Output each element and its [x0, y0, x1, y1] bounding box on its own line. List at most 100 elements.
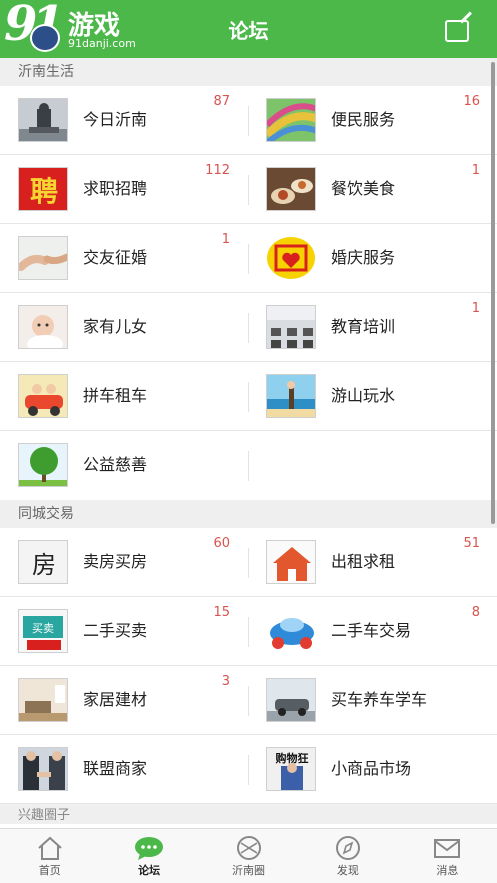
- forum-item[interactable]: 家居建材 3: [0, 666, 248, 734]
- forum-list[interactable]: 沂南生活 今日沂南 87 便民服务 16 聘 求职招聘 112 餐饮美食 1 交…: [0, 58, 497, 828]
- forum-item-label: 联盟商家: [83, 759, 148, 778]
- forum-item[interactable]: 房 卖房买房 60: [0, 528, 248, 596]
- forum-item-label: 家居建材: [83, 690, 148, 709]
- forum-item[interactable]: 家有儿女: [0, 293, 248, 361]
- shopping-poster-icon: 购物狂: [266, 747, 316, 791]
- secondhand-sign-icon: 买卖: [18, 609, 68, 653]
- grid-row: 联盟商家 购物狂 小商品市场: [0, 735, 497, 804]
- forum-item[interactable]: 游山玩水: [248, 362, 496, 430]
- svg-text:购物狂: 购物狂: [276, 751, 309, 765]
- food-photo-icon: [266, 167, 316, 211]
- compass-icon: [334, 835, 362, 865]
- grid-row: 公益慈善: [0, 431, 497, 500]
- forum-item-label: 交友征婚: [83, 248, 148, 267]
- post-count-badge: 8: [471, 605, 480, 620]
- tab-label: 发现: [336, 864, 359, 877]
- post-count-badge: 15: [213, 605, 230, 620]
- scrollbar[interactable]: [491, 62, 495, 524]
- forum-item-label: 家有儿女: [83, 317, 148, 336]
- tab-label: 沂南圈: [232, 864, 266, 877]
- forum-item-label: 求职招聘: [83, 179, 148, 198]
- post-count-badge: 87: [213, 94, 230, 109]
- grid-row: 家有儿女 教育培训 1: [0, 293, 497, 362]
- forum-item-label: 拼车租车: [83, 386, 148, 405]
- forum-item[interactable]: 购物狂 小商品市场: [248, 735, 496, 803]
- post-count-badge: 1: [221, 232, 230, 247]
- tab-forum[interactable]: 论坛: [99, 829, 198, 883]
- forum-item[interactable]: 买车养车学车: [248, 666, 496, 734]
- empty-cell: [248, 431, 496, 499]
- statue-photo-icon: [18, 98, 68, 142]
- svg-text:聘: 聘: [30, 175, 58, 208]
- forum-item-label: 二手车交易: [331, 621, 412, 640]
- section-grid-local-trade: 房 卖房买房 60 出租求租 51 买卖 二手买卖 15 二手车交易 8 家居建…: [0, 528, 497, 804]
- hands-photo-icon: [18, 236, 68, 280]
- post-count-badge: 1: [471, 301, 480, 316]
- tab-discover[interactable]: 发现: [298, 829, 397, 883]
- tab-messages[interactable]: 消息: [398, 829, 497, 883]
- tab-label: 首页: [38, 864, 61, 877]
- forum-item-label: 便民服务: [331, 110, 396, 129]
- tab-home[interactable]: 首页: [0, 829, 99, 883]
- forum-item-label: 卖房买房: [83, 552, 148, 571]
- grid-row: 交友征婚 1 婚庆服务: [0, 224, 497, 293]
- colorful-road-photo-icon: [266, 98, 316, 142]
- app-header: 91 游戏 91danji.com 论坛: [0, 0, 497, 58]
- post-count-badge: 60: [213, 536, 230, 551]
- svg-text:房: 房: [32, 551, 56, 579]
- carpool-cartoon-icon: [18, 374, 68, 418]
- living-room-photo-icon: [18, 678, 68, 722]
- forum-item[interactable]: 买卖 二手买卖 15: [0, 597, 248, 665]
- house-calligraphy-icon: 房: [18, 540, 68, 584]
- forum-item-label: 餐饮美食: [331, 179, 396, 198]
- mail-icon: [433, 835, 461, 865]
- cartoon-car-icon: [266, 609, 316, 653]
- grid-row: 买卖 二手买卖 15 二手车交易 8: [0, 597, 497, 666]
- baby-photo-icon: [18, 305, 68, 349]
- forum-item[interactable]: 公益慈善: [0, 431, 248, 499]
- beach-photo-icon: [266, 374, 316, 418]
- forum-item[interactable]: 交友征婚 1: [0, 224, 248, 292]
- grid-row: 家居建材 3 买车养车学车: [0, 666, 497, 735]
- tree-photo-icon: [18, 443, 68, 487]
- double-happiness-icon: [266, 236, 316, 280]
- post-count-badge: 1: [471, 163, 480, 178]
- forum-item-label: 游山玩水: [331, 386, 396, 405]
- forum-item[interactable]: 二手车交易 8: [248, 597, 496, 665]
- grid-row: 今日沂南 87 便民服务 16: [0, 86, 497, 155]
- section-header-local-trade: 同城交易: [0, 500, 497, 528]
- forum-item-label: 公益慈善: [83, 455, 148, 474]
- forum-item-label: 小商品市场: [331, 759, 412, 778]
- forum-item[interactable]: 餐饮美食 1: [248, 155, 496, 223]
- chat-bubble-icon: [134, 835, 164, 865]
- forum-item[interactable]: 聘 求职招聘 112: [0, 155, 248, 223]
- forum-item[interactable]: 出租求租 51: [248, 528, 496, 596]
- forum-item[interactable]: 教育培训 1: [248, 293, 496, 361]
- section-grid-local-life: 今日沂南 87 便民服务 16 聘 求职招聘 112 餐饮美食 1 交友征婚 1…: [0, 86, 497, 500]
- forum-item[interactable]: 便民服务 16: [248, 86, 496, 154]
- forum-item-label: 二手买卖: [83, 621, 148, 640]
- forum-item[interactable]: 今日沂南 87: [0, 86, 248, 154]
- section-header-local-life: 沂南生活: [0, 58, 497, 86]
- forum-item[interactable]: 联盟商家: [0, 735, 248, 803]
- forum-item[interactable]: 婚庆服务: [248, 224, 496, 292]
- house-icon: [266, 540, 316, 584]
- forum-item-label: 教育培训: [331, 317, 396, 336]
- forum-item-label: 婚庆服务: [331, 248, 396, 267]
- recruit-character-icon: 聘: [18, 167, 68, 211]
- compose-icon[interactable]: [445, 11, 473, 42]
- forum-item-label: 出租求租: [331, 552, 396, 571]
- home-icon: [36, 835, 64, 865]
- svg-text:买卖: 买卖: [32, 622, 54, 635]
- forum-item[interactable]: 拼车租车: [0, 362, 248, 430]
- section-header-interest-circles: 兴趣圈子: [0, 804, 497, 824]
- forum-item-label: 买车养车学车: [331, 690, 428, 709]
- post-count-badge: 51: [463, 536, 480, 551]
- suv-photo-icon: [266, 678, 316, 722]
- page-title: 论坛: [228, 19, 269, 43]
- bottom-tab-bar: 首页 论坛 沂南圈 发现 消息: [0, 828, 497, 883]
- post-count-badge: 16: [463, 94, 480, 109]
- tab-yinan-circle[interactable]: 沂南圈: [199, 829, 298, 883]
- post-count-badge: 112: [205, 163, 230, 178]
- forum-item-label: 今日沂南: [83, 110, 148, 129]
